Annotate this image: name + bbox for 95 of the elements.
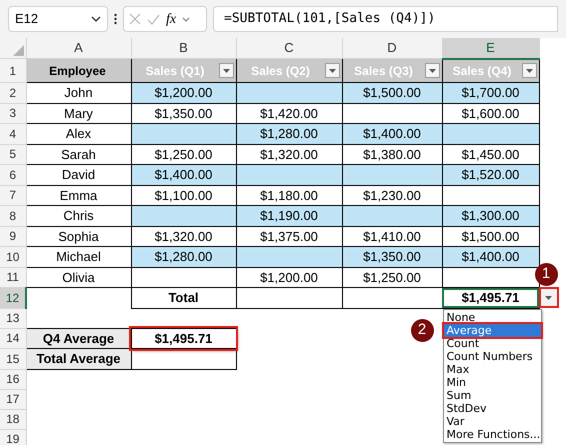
row-header[interactable]: 5 <box>0 144 26 164</box>
filter-button[interactable] <box>424 63 440 78</box>
table-cell: Chris <box>26 206 131 226</box>
column-header[interactable]: B <box>131 38 236 58</box>
row-header[interactable]: 17 <box>0 389 26 409</box>
label-cell: Total Average <box>26 348 131 369</box>
menu-item[interactable]: Count Numbers <box>444 350 540 362</box>
menu-item[interactable]: None <box>444 310 540 324</box>
table-cell: $1,180.00 <box>236 185 342 206</box>
table-cell: $1,230.00 <box>342 185 442 206</box>
table-cell: $1,280.00 <box>236 124 342 144</box>
menu-item[interactable]: StdDev <box>444 402 540 414</box>
table-cell: $1,190.00 <box>236 206 342 226</box>
row-header[interactable]: 19 <box>0 429 26 445</box>
row-header[interactable]: 18 <box>0 409 26 429</box>
row-header[interactable]: 12 <box>0 288 26 308</box>
menu-item[interactable]: Sum <box>444 388 540 402</box>
row-header[interactable]: 2 <box>0 82 26 103</box>
row-header[interactable]: 15 <box>0 348 26 369</box>
menu-item[interactable]: Max <box>444 362 540 376</box>
function-button[interactable]: fx <box>166 8 176 30</box>
column-header[interactable]: E <box>442 38 539 58</box>
more-icon[interactable] <box>114 13 117 25</box>
name-box[interactable]: E12 <box>8 6 108 32</box>
table-cell: David <box>26 164 131 185</box>
table-cell: $1,250.00 <box>131 144 236 164</box>
table-cell: $1,600.00 <box>442 103 539 124</box>
label-cell: Q4 Average <box>26 328 131 348</box>
caret-icon <box>428 68 436 72</box>
table-cell: John <box>26 82 131 103</box>
table-cell: $1,250.00 <box>342 267 442 288</box>
menu-item[interactable]: Average <box>444 324 540 336</box>
column-header[interactable]: A <box>26 38 131 58</box>
menu-item[interactable]: Min <box>444 376 540 388</box>
table-cell: $1,100.00 <box>131 185 236 206</box>
table-cell: Olivia <box>26 267 131 288</box>
row-header[interactable]: 13 <box>0 308 26 328</box>
chevron-icon <box>91 16 101 22</box>
table-cell: $1,350.00 <box>342 246 442 267</box>
table-cell: $1,280.00 <box>131 246 236 267</box>
table-cell: $1,200.00 <box>236 267 342 288</box>
chevron-icon <box>182 16 190 22</box>
caret-icon <box>545 296 552 300</box>
row-header[interactable]: 6 <box>0 164 26 185</box>
callout-badge: 2 <box>410 318 434 342</box>
filter-button[interactable] <box>218 63 234 78</box>
check-icon[interactable] <box>147 14 160 24</box>
table-cell: Sophia <box>26 226 131 246</box>
menu-item[interactable]: Var <box>444 414 540 428</box>
column-header[interactable]: D <box>342 38 442 58</box>
filter-button[interactable] <box>324 63 340 78</box>
menu-item[interactable]: Count <box>444 336 540 350</box>
table-cell: $1,400.00 <box>131 164 236 185</box>
row-header[interactable]: 10 <box>0 246 26 267</box>
table-cell: Michael <box>26 246 131 267</box>
row-header[interactable]: 4 <box>0 124 26 144</box>
column-title: Employee <box>48 62 107 80</box>
table-cell: $1,495.71 <box>131 328 236 348</box>
table-cell: $1,200.00 <box>131 82 236 103</box>
table-cell: $1,380.00 <box>342 144 442 164</box>
row-header[interactable]: 11 <box>0 267 26 288</box>
filter-button[interactable] <box>522 63 536 78</box>
table-cell: $1,400.00 <box>342 124 442 144</box>
caret-icon <box>526 68 532 73</box>
table-cell: $1,350.00 <box>131 103 236 124</box>
table-cell: Alex <box>26 124 131 144</box>
table-cell: $1,450.00 <box>442 144 539 164</box>
table-cell: $1,410.00 <box>342 226 442 246</box>
table-cell: $1,700.00 <box>442 82 539 103</box>
row-header[interactable]: 7 <box>0 185 26 206</box>
dropdown-button[interactable] <box>540 289 556 306</box>
table-cell: $1,420.00 <box>236 103 342 124</box>
table-cell: Sarah <box>26 144 131 164</box>
table-cell: $1,375.00 <box>236 226 342 246</box>
table-cell: $1,520.00 <box>442 164 539 185</box>
row-header[interactable]: 8 <box>0 206 26 226</box>
formula-field[interactable]: =SUBTOTAL(101,[Sales (Q4)]) <box>213 6 558 32</box>
caret-icon <box>328 68 336 72</box>
row-header[interactable]: 1 <box>0 58 26 82</box>
row-header[interactable]: 9 <box>0 226 26 246</box>
row-header[interactable]: 3 <box>0 103 26 124</box>
table-cell: $1,500.00 <box>342 82 442 103</box>
table-cell: $1,500.00 <box>442 226 539 246</box>
table-cell: Emma <box>26 185 131 206</box>
row-header[interactable]: 16 <box>0 369 26 389</box>
table-cell: $1,300.00 <box>442 206 539 226</box>
table-cell: $1,320.00 <box>236 144 342 164</box>
caret-icon <box>222 68 230 72</box>
table-cell: $1,320.00 <box>131 226 236 246</box>
table-cell: Total <box>131 288 236 308</box>
menu-item[interactable]: More Functions... <box>444 428 540 440</box>
table-cell: $1,400.00 <box>442 246 539 267</box>
column-header[interactable]: C <box>236 38 342 58</box>
row-header[interactable]: 14 <box>0 328 26 348</box>
table-cell: Mary <box>26 103 131 124</box>
